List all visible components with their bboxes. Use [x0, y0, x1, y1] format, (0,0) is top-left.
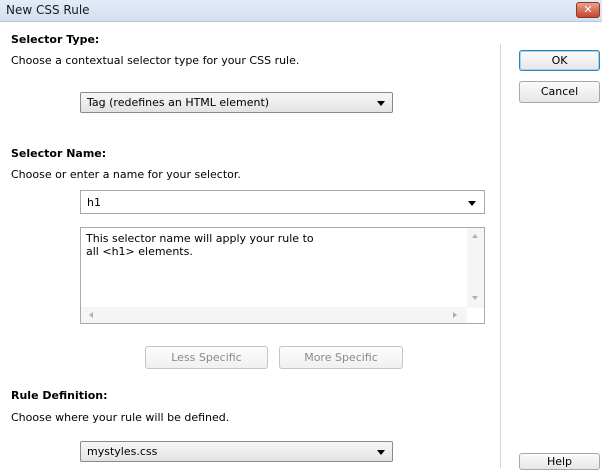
selector-type-dropdown[interactable]: Tag (redefines an HTML element): [80, 92, 393, 113]
selector-type-value: Tag (redefines an HTML element): [87, 96, 270, 109]
less-specific-button[interactable]: Less Specific: [145, 346, 268, 369]
rule-definition-description: Choose where your rule will be defined.: [11, 411, 230, 424]
scroll-up-icon[interactable]: [472, 234, 478, 238]
scroll-left-icon[interactable]: [89, 312, 93, 318]
scroll-down-icon[interactable]: [472, 296, 478, 300]
rule-definition-dropdown[interactable]: mystyles.css: [80, 441, 393, 462]
chevron-down-icon: [377, 101, 385, 106]
horizontal-scrollbar[interactable]: [81, 307, 467, 323]
dialog-title: New CSS Rule: [6, 3, 90, 17]
scroll-right-icon[interactable]: [453, 312, 457, 318]
chevron-down-icon[interactable]: [468, 201, 476, 206]
selector-type-description: Choose a contextual selector type for yo…: [11, 54, 300, 67]
selector-type-heading: Selector Type:: [11, 33, 100, 46]
rule-definition-value: mystyles.css: [87, 445, 158, 458]
title-bar: New CSS Rule ✕: [0, 0, 602, 22]
cancel-button[interactable]: Cancel: [519, 81, 600, 103]
rule-definition-heading: Rule Definition:: [11, 389, 108, 402]
vertical-divider: [500, 44, 501, 468]
selector-info-box: This selector name will apply your rule …: [80, 227, 485, 324]
help-button[interactable]: Help: [519, 453, 600, 470]
chevron-down-icon: [377, 450, 385, 455]
close-icon[interactable]: ✕: [576, 2, 600, 18]
selector-name-input[interactable]: h1: [87, 196, 101, 209]
ok-button[interactable]: OK: [519, 50, 600, 71]
selector-name-description: Choose or enter a name for your selector…: [11, 168, 241, 181]
vertical-scrollbar[interactable]: [467, 228, 484, 308]
selector-info-line-2: all <h1> elements.: [86, 245, 193, 258]
selector-name-heading: Selector Name:: [11, 147, 107, 160]
selector-name-combo[interactable]: h1: [80, 190, 485, 214]
more-specific-button[interactable]: More Specific: [279, 346, 403, 369]
selector-info-line-1: This selector name will apply your rule …: [86, 232, 314, 245]
